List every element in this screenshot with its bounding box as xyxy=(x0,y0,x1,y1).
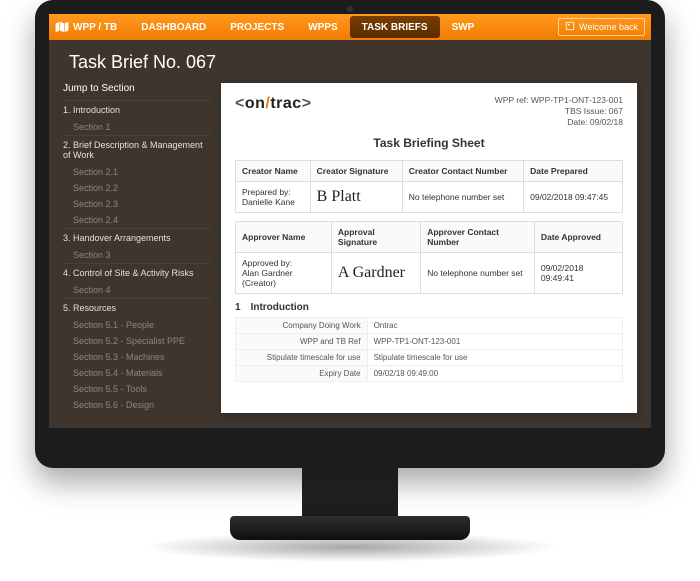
creator-name-cell: Prepared by: Danielle Kane xyxy=(236,182,311,213)
monitor-frame: WPP / TB DASHBOARDPROJECTSWPPSTASK BRIEF… xyxy=(35,0,665,468)
ref-line: TBS Issue: 067 xyxy=(495,106,623,117)
nav-item-wpps[interactable]: WPPS xyxy=(296,14,349,40)
nav-item-swp[interactable]: SWP xyxy=(440,14,487,40)
intro-kv-table: Company Doing WorkOntracWPP and TB RefWP… xyxy=(235,317,623,382)
sidebar-section-sub[interactable]: Section 4 xyxy=(63,282,211,298)
welcome-text: Welcome back xyxy=(579,22,638,32)
monitor-stand-neck xyxy=(302,462,398,524)
content-area: Jump to Section 1. IntroductionSection 1… xyxy=(49,83,651,427)
sidebar-title: Jump to Section xyxy=(63,83,211,94)
kv-value: Ontrac xyxy=(367,318,622,334)
kv-value: Stipulate timescale for use xyxy=(367,350,622,366)
sidebar-section-sub[interactable]: Section 2.3 xyxy=(63,196,211,212)
sidebar-section-sub[interactable]: Section 5.3 - Machines xyxy=(63,349,211,365)
kv-key: Company Doing Work xyxy=(236,318,368,334)
column-header: Creator Signature xyxy=(310,161,402,182)
table-row: Stipulate timescale for useStipulate tim… xyxy=(236,350,623,366)
doc-title: Task Briefing Sheet xyxy=(235,136,623,150)
sidebar-section-sub[interactable]: Section 5.4 - Materials xyxy=(63,365,211,381)
table-row: Approved by: Alan Gardner (Creator) A Ga… xyxy=(236,253,623,294)
sidebar-section-sub[interactable]: Section 1 xyxy=(63,119,211,135)
column-header: Date Prepared xyxy=(524,161,623,182)
top-nav: DASHBOARDPROJECTSWPPSTASK BRIEFSSWP xyxy=(129,14,486,40)
column-header: Approver Name xyxy=(236,222,332,253)
sidebar-section-head[interactable]: 2. Brief Description & Management of Wor… xyxy=(63,135,211,164)
kv-key: WPP and TB Ref xyxy=(236,334,368,350)
column-header: Date Approved xyxy=(534,222,622,253)
kv-key: Expiry Date xyxy=(236,366,368,382)
camera-dot xyxy=(347,6,353,12)
kv-value: 09/02/18 09:49:00 xyxy=(367,366,622,382)
column-header: Approval Signature xyxy=(331,222,420,253)
creator-date-cell: 09/02/2018 09:47:45 xyxy=(524,182,623,213)
doc-header: <on/trac> WPP ref: WPP-TP1-ONT-123-001TB… xyxy=(235,95,623,128)
sidebar-section-sub[interactable]: Section 5.6 - Design xyxy=(63,397,211,413)
sidebar-section-head[interactable]: 1. Introduction xyxy=(63,100,211,119)
table-row: Company Doing WorkOntrac xyxy=(236,318,623,334)
topbar: WPP / TB DASHBOARDPROJECTSWPPSTASK BRIEF… xyxy=(49,14,651,40)
kv-key: Stipulate timescale for use xyxy=(236,350,368,366)
creator-phone-cell: No telephone number set xyxy=(402,182,523,213)
sidebar-section-sub[interactable]: Section 5.2 - Specialist PPE xyxy=(63,333,211,349)
nav-item-task-briefs[interactable]: TASK BRIEFS xyxy=(350,16,440,38)
column-header: Approver Contact Number xyxy=(421,222,535,253)
monitor-stand-base xyxy=(230,516,470,540)
user-icon xyxy=(565,21,575,33)
table-row: Expiry Date09/02/18 09:49:00 xyxy=(236,366,623,382)
sidebar-section-head[interactable]: 4. Control of Site & Activity Risks xyxy=(63,263,211,282)
sidebar-section-head[interactable]: 5. Resources xyxy=(63,298,211,317)
approver-date-cell: 09/02/2018 09:49:41 xyxy=(534,253,622,294)
nav-item-dashboard[interactable]: DASHBOARD xyxy=(129,14,218,40)
approver-table: Approver NameApproval SignatureApprover … xyxy=(235,221,623,294)
sidebar-section-sub[interactable]: Section 2.2 xyxy=(63,180,211,196)
approver-signature-cell: A Gardner xyxy=(331,253,420,294)
sidebar-section-head[interactable]: 3. Handover Arrangements xyxy=(63,228,211,247)
table-row: Prepared by: Danielle Kane B Platt No te… xyxy=(236,182,623,213)
sidebar-section-sub[interactable]: Section 5.1 - People xyxy=(63,317,211,333)
sidebar-section-sub[interactable]: Section 5.5 - Tools xyxy=(63,381,211,397)
ref-line: Date: 09/02/18 xyxy=(495,117,623,128)
document-panel: <on/trac> WPP ref: WPP-TP1-ONT-123-001TB… xyxy=(221,83,637,413)
section-sidebar: Jump to Section 1. IntroductionSection 1… xyxy=(63,83,211,413)
page-title: Task Brief No. 067 xyxy=(49,40,651,83)
kv-value: WPP-TP1-ONT-123-001 xyxy=(367,334,622,350)
brand-logo: <on/trac> xyxy=(235,95,312,113)
product-name: WPP / TB xyxy=(73,22,117,33)
approver-phone-cell: No telephone number set xyxy=(421,253,535,294)
product-logo[interactable]: WPP / TB xyxy=(55,21,117,33)
section-1-header: 1 Introduction xyxy=(235,302,623,313)
welcome-badge[interactable]: Welcome back xyxy=(558,18,645,36)
sidebar-section-sub[interactable]: Section 2.1 xyxy=(63,164,211,180)
sidebar-section-sub[interactable]: Section 3 xyxy=(63,247,211,263)
ref-line: WPP ref: WPP-TP1-ONT-123-001 xyxy=(495,95,623,106)
nav-item-projects[interactable]: PROJECTS xyxy=(218,14,296,40)
map-icon xyxy=(55,21,69,33)
app-screen: WPP / TB DASHBOARDPROJECTSWPPSTASK BRIEF… xyxy=(49,14,651,428)
column-header: Creator Contact Number xyxy=(402,161,523,182)
approver-name-cell: Approved by: Alan Gardner (Creator) xyxy=(236,253,332,294)
ref-block: WPP ref: WPP-TP1-ONT-123-001TBS Issue: 0… xyxy=(495,95,623,128)
creator-signature-cell: B Platt xyxy=(310,182,402,213)
table-row: WPP and TB RefWPP-TP1-ONT-123-001 xyxy=(236,334,623,350)
sidebar-section-sub[interactable]: Section 2.4 xyxy=(63,212,211,228)
creator-table: Creator NameCreator SignatureCreator Con… xyxy=(235,160,623,213)
column-header: Creator Name xyxy=(236,161,311,182)
